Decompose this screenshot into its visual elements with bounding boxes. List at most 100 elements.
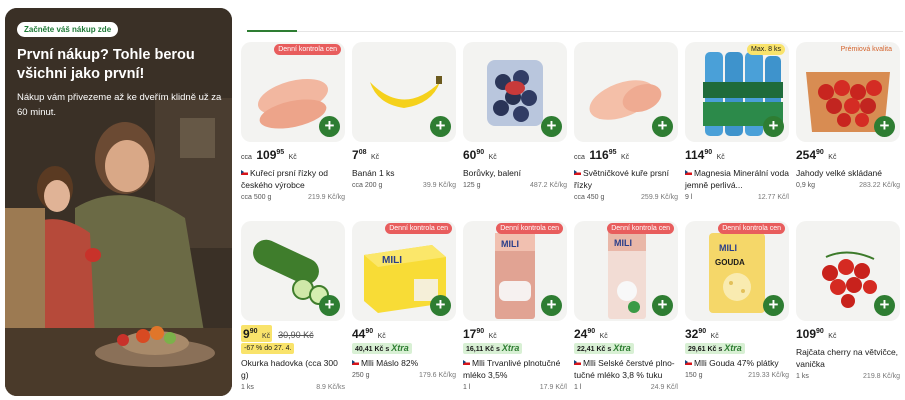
product-image[interactable]: MILI Denní kontrola cen + [574, 221, 678, 321]
product-name[interactable]: Mlli Máslo 82% [352, 357, 456, 369]
promo-subtitle: Nákup vám přivezeme až ke dveřím klidně … [17, 92, 222, 118]
product-meta: cca 450 g 259.9 Kč/kg [574, 194, 678, 201]
xtra-price: 22,41 Kč s [577, 346, 612, 353]
tab-active-indicator[interactable] [247, 30, 297, 32]
price-value: 11695 Kč [589, 146, 629, 163]
product-card[interactable]: Max. 8 ks + 11490 Kč Magnesia Minerální vod… [685, 42, 789, 202]
unit-price: 179.6 Kč/kg [419, 372, 456, 379]
product-name[interactable]: Mlli Selské čerstvé plno-tučné mléko 3,8… [574, 357, 678, 381]
discount-badge: -67 % do 27. 4. [241, 343, 295, 354]
add-to-cart-button[interactable]: + [652, 116, 673, 137]
product-meta: 1 l 24.9 Kč/l [574, 384, 678, 391]
price-value: 11490 Kč [685, 146, 725, 163]
product-image[interactable]: + [574, 42, 678, 142]
price: 2490 Kč [574, 325, 678, 343]
product-image[interactable]: + [352, 42, 456, 142]
product-meta: 250 g 179.6 Kč/kg [352, 372, 456, 379]
price-integer: 60 [463, 148, 477, 162]
product-meta: 1 ks 219.8 Kč/kg [796, 373, 900, 380]
product-name[interactable]: Okurka hadovka (cca 300 g) [241, 357, 345, 381]
product-card[interactable]: MILI Denní kontrola cen +2490 Kč 22,41 Kč s… [574, 221, 678, 391]
add-to-cart-button[interactable]: + [319, 116, 340, 137]
add-to-cart-button[interactable]: + [541, 116, 562, 137]
xtra-price-badge: 22,41 Kč s Xtra [574, 343, 634, 354]
unit-price: 219.33 Kč/kg [748, 372, 789, 379]
product-image[interactable]: Max. 8 ks + [685, 42, 789, 142]
price-value: 10995 Kč [256, 146, 296, 163]
price-currency: Kč [488, 333, 497, 340]
product-image[interactable]: Denní kontrola cen + [241, 42, 345, 142]
czech-flag-icon [685, 360, 692, 365]
price-currency: Kč [828, 154, 837, 161]
promo-badge[interactable]: Začněte váš nákup zde [17, 22, 119, 37]
product-quantity: 1 ks [241, 384, 254, 391]
price-integer: 9 [243, 327, 250, 341]
unit-price: 24.9 Kč/l [650, 384, 678, 391]
product-card[interactable]: MILI GOUDA Denní kontrola cen +3290 Kč 29,61… [685, 221, 789, 381]
product-image[interactable]: + [463, 42, 567, 142]
czech-flag-icon [685, 170, 692, 175]
promo-banner[interactable]: Začněte váš nákup zde První nákup? Tohle… [5, 8, 232, 396]
product-card[interactable]: Prémiová kvalita +25490 Kč Jahody velké sk… [796, 42, 900, 202]
czech-flag-icon [241, 170, 248, 175]
price-currency: Kč [716, 154, 725, 161]
product-quantity: 125 g [463, 182, 481, 189]
product-image[interactable]: + [241, 221, 345, 321]
product-name[interactable]: Magnesia Minerální voda jemně perlivá... [685, 167, 789, 191]
unit-price: 283.22 Kč/kg [859, 182, 900, 189]
add-to-cart-button[interactable]: + [430, 116, 451, 137]
product-name[interactable]: Světničkové kuře prsní řízky [574, 167, 678, 191]
price-value: 3290 Kč [685, 325, 719, 342]
product-card[interactable]: +6090 Kč Borůvky, balení 125 g 487.2 Kč/kg [463, 42, 567, 202]
product-quantity: cca 500 g [241, 194, 272, 201]
product-meta: 1 ks 8.9 Kč/ks [241, 384, 345, 391]
svg-text:GOUDA: GOUDA [715, 258, 745, 267]
product-name[interactable]: Banán 1 ks [352, 167, 456, 179]
add-to-cart-button[interactable]: + [874, 116, 895, 137]
product-image[interactable]: MILI GOUDA Denní kontrola cen + [685, 221, 789, 321]
product-quantity: 1 ks [796, 373, 809, 380]
product-name[interactable]: Mlli Trvanlivé plnotučné mléko 3,5% [463, 357, 567, 381]
price-decimal: 90 [476, 328, 485, 335]
add-to-cart-button[interactable]: + [319, 295, 340, 316]
product-name[interactable]: Jahody velké skládané [796, 167, 900, 179]
product-card[interactable]: MILI Denní kontrola cen + 1790 Kč 16,11 Kč s… [463, 221, 567, 391]
price-currency: Kč [828, 333, 837, 340]
product-card[interactable]: +10990 Kč Rajčata cherry na větvičce, van… [796, 221, 900, 381]
price: 708 Kč [352, 146, 456, 164]
price-value: 990 Kč [241, 325, 273, 342]
price-integer: 44 [352, 327, 366, 341]
product-image[interactable]: MILI Denní kontrola cen + [352, 221, 456, 321]
svg-text:MILI: MILI [614, 238, 632, 248]
product-tag: Prémiová kvalita [840, 46, 892, 53]
product-name-text: Mlli Máslo 82% [361, 358, 419, 368]
product-name[interactable]: Rajčata cherry na větvičce, vanička [796, 346, 900, 370]
price-value: 2490 Kč [574, 325, 608, 342]
price-integer: 17 [463, 327, 477, 341]
unit-price: 219.9 Kč/kg [308, 194, 345, 201]
product-image[interactable]: MILI Denní kontrola cen + [463, 221, 567, 321]
xtra-price-badge: 16,11 Kč s Xtra [463, 343, 523, 354]
czech-flag-icon [463, 360, 470, 365]
product-card[interactable]: Denní kontrola cen + cca 10995 Kč Kuřecí pr… [241, 42, 345, 202]
product-card[interactable]: + cca 11695 Kč Světničkové kuře prsní řízk… [574, 42, 678, 202]
product-card[interactable]: +990 Kč 30,90 Kč -67 % do 27. 4. Okurka had… [241, 221, 345, 391]
product-card[interactable]: +708 Kč Banán 1 ks cca 200 g 39.9 Kč/kg [352, 42, 456, 202]
price-integer: 116 [589, 148, 609, 162]
product-name[interactable]: Kuřecí prsní řízky od českého výrobce [241, 167, 345, 191]
product-quantity: cca 450 g [574, 194, 605, 201]
product-image[interactable]: Prémiová kvalita + [796, 42, 900, 142]
product-name[interactable]: Borůvky, balení [463, 167, 567, 179]
add-to-cart-button[interactable]: + [763, 116, 784, 137]
product-card[interactable]: MILI Denní kontrola cen +4490 Kč 40,41 Kč s… [352, 221, 456, 381]
price-value: 6090 Kč [463, 146, 497, 163]
add-to-cart-button[interactable]: + [763, 295, 784, 316]
svg-text:MILI: MILI [501, 239, 519, 249]
product-image[interactable]: + [796, 221, 900, 321]
add-to-cart-button[interactable]: + [541, 295, 562, 316]
product-name[interactable]: Mlli Gouda 47% plátky [685, 357, 789, 369]
xtra-price-badge: 40,41 Kč s Xtra [352, 343, 412, 354]
add-to-cart-button[interactable]: + [874, 295, 895, 316]
add-to-cart-button[interactable]: + [652, 295, 673, 316]
add-to-cart-button[interactable]: + [430, 295, 451, 316]
